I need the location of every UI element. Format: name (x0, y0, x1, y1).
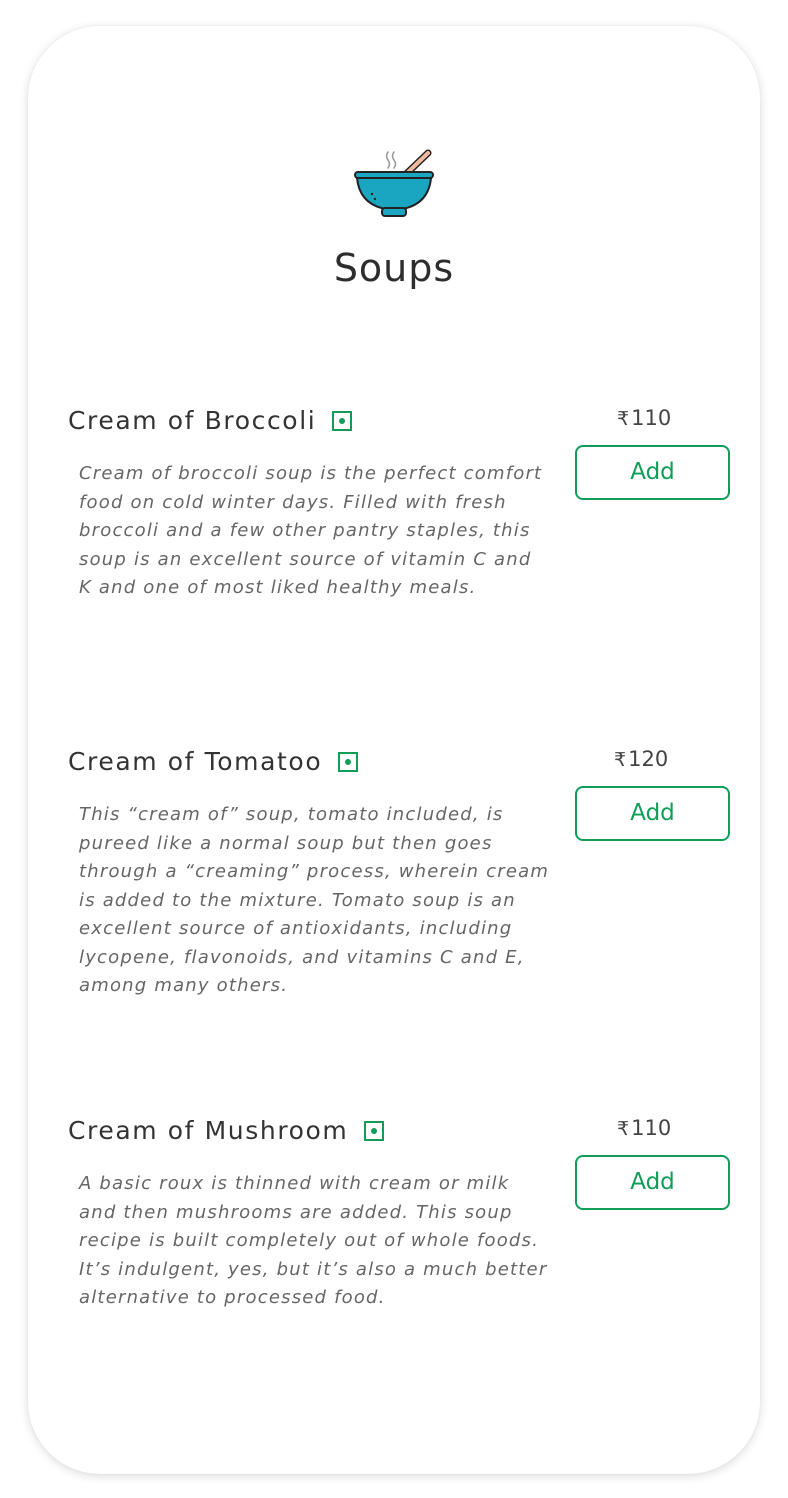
item-name: Cream of Tomatoo (68, 747, 323, 776)
item-name-row: Cream of Tomatoo (68, 747, 359, 776)
add-button[interactable]: Add (575, 786, 730, 841)
add-button[interactable]: Add (575, 1155, 730, 1210)
item-description: Cream of broccoli soup is the perfect co… (79, 463, 543, 598)
veg-indicator-icon (364, 1120, 385, 1141)
category-title: Soups (333, 246, 455, 290)
add-button[interactable]: Add (575, 445, 730, 500)
item-price: ₹110 (617, 406, 717, 430)
veg-indicator-icon (338, 751, 359, 772)
rupee-icon: ₹ (617, 1118, 630, 1140)
item-description: A basic roux is thinned with cream or mi… (79, 1173, 548, 1308)
category-header: Soups (28, 146, 760, 290)
soup-bowl-icon (354, 149, 434, 217)
item-price-value: 120 (628, 747, 669, 771)
menu-card: Soups Cream of Broccoli ₹110 Add Cream o… (28, 26, 760, 1474)
item-price-value: 110 (631, 1116, 672, 1140)
item-name-row: Cream of Broccoli (68, 406, 353, 435)
rupee-icon: ₹ (617, 408, 630, 430)
item-name: Cream of Mushroom (68, 1116, 349, 1145)
item-description: This “cream of” soup, tomato included, i… (79, 804, 550, 996)
item-price: ₹120 (614, 747, 714, 771)
rupee-icon: ₹ (614, 749, 627, 771)
item-name: Cream of Broccoli (68, 406, 317, 435)
veg-indicator-icon (332, 410, 353, 431)
item-price: ₹110 (617, 1116, 717, 1140)
item-price-value: 110 (631, 406, 672, 430)
item-name-row: Cream of Mushroom (68, 1116, 385, 1145)
